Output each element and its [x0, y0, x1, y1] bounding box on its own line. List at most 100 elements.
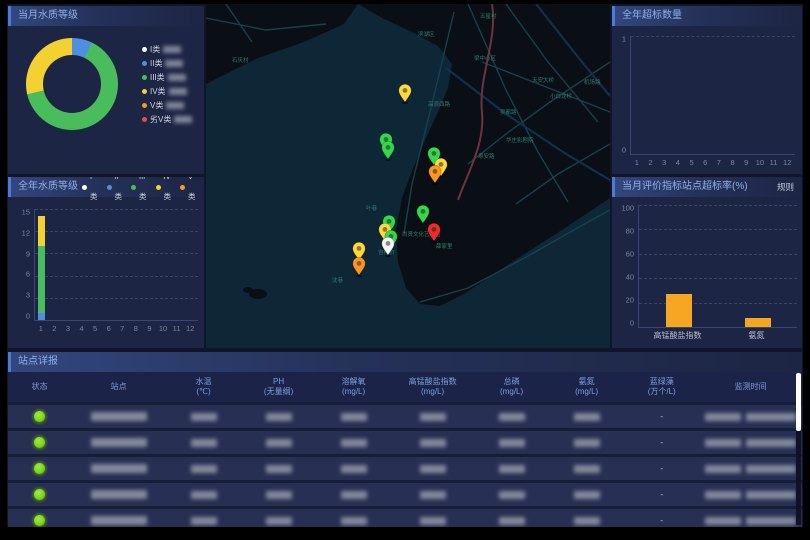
- donut-ring[interactable]: [26, 38, 118, 130]
- status-dot: [33, 514, 46, 527]
- redacted-value: [341, 491, 367, 499]
- map-label: 梁中心区: [474, 54, 497, 62]
- cell-value: [391, 465, 474, 473]
- x-axis-tick: 5: [685, 158, 699, 167]
- redacted-value: [574, 517, 600, 525]
- legend-item[interactable]: V类: [180, 177, 196, 207]
- rules-link[interactable]: 规则: [777, 177, 794, 197]
- redacted-value: [420, 491, 446, 499]
- map-label: 沈巷: [332, 276, 344, 284]
- redacted-value: [191, 491, 217, 499]
- legend-label: II类: [115, 177, 123, 207]
- panel-title: 当月水质等级: [18, 6, 78, 26]
- redacted-value: [169, 88, 187, 95]
- legend-label: IV类: [164, 177, 172, 207]
- x-axis-tick: 6: [102, 324, 116, 333]
- map-label: 叶巷: [366, 204, 378, 212]
- bar-segment: [38, 313, 45, 320]
- cell-value: [549, 517, 624, 525]
- panel-annual-water-grade: 全年水质等级 I类 II类 III类 IV类 V类 劣V类 15129630 1…: [8, 177, 204, 348]
- annual-plot[interactable]: [34, 209, 198, 321]
- x-axis-tick: 4: [75, 324, 89, 333]
- stacked-bar[interactable]: [93, 209, 100, 320]
- stacked-bar[interactable]: [188, 209, 195, 320]
- cell-station: [71, 490, 166, 499]
- legend-dot: [82, 185, 87, 190]
- legend-item[interactable]: V类: [142, 100, 192, 111]
- redacted-value: [420, 413, 446, 421]
- legend-item[interactable]: I类: [82, 177, 98, 207]
- redacted-value: [191, 517, 217, 525]
- legend-dot: [142, 47, 147, 52]
- cell-value: [474, 413, 549, 421]
- stacked-bar[interactable]: [120, 209, 127, 320]
- legend-item[interactable]: IV类: [142, 86, 192, 97]
- scrollbar-thumb[interactable]: [796, 373, 801, 431]
- stacked-bar[interactable]: [147, 209, 154, 320]
- redacted-value: [499, 439, 525, 447]
- redacted-value: [574, 413, 600, 421]
- table-scrollbar[interactable]: [796, 373, 801, 525]
- table-row[interactable]: -: [8, 431, 802, 454]
- legend-dot: [156, 185, 161, 190]
- y-axis-tick: 0: [630, 320, 634, 327]
- panel-title: 当月评价指标站点超标率(%): [622, 177, 748, 197]
- y-axis-tick: 100: [621, 205, 634, 212]
- stacked-bar[interactable]: [160, 209, 167, 320]
- cell-time: [699, 439, 802, 447]
- cell-time: [699, 517, 802, 525]
- col-monitor-time: 监测时间: [699, 382, 802, 392]
- cell-status: [8, 436, 71, 449]
- legend-item[interactable]: III类: [142, 72, 192, 83]
- cell-time: [699, 465, 802, 473]
- cell-value: [316, 439, 391, 447]
- legend-dot: [180, 185, 185, 190]
- redacted-value: [746, 465, 796, 473]
- legend-label: II类: [150, 58, 162, 69]
- legend-item[interactable]: II类: [142, 58, 192, 69]
- stacked-bar[interactable]: [133, 209, 140, 320]
- panel-month-water-grade: 当月水质等级 I类 II类 III类 IV类 V类 劣V类: [8, 6, 204, 174]
- table-row[interactable]: -: [8, 457, 802, 480]
- rate-bar[interactable]: [745, 318, 771, 327]
- legend-item[interactable]: IV类: [156, 177, 172, 207]
- rate-bar[interactable]: [666, 294, 692, 327]
- redacted-value: [420, 517, 446, 525]
- stacked-bar[interactable]: [174, 209, 181, 320]
- cell-station: [71, 438, 166, 447]
- cell-station: [71, 464, 166, 473]
- x-axis-tick: 7: [712, 158, 726, 167]
- legend-item[interactable]: 劣V类: [142, 114, 192, 125]
- col-algae: 蓝绿藻: [624, 377, 699, 387]
- legend-item[interactable]: III类: [131, 177, 147, 207]
- stacked-bar[interactable]: [38, 209, 45, 320]
- table-row[interactable]: -: [8, 483, 802, 506]
- stacked-bar[interactable]: [52, 209, 59, 320]
- cell-algae: -: [624, 438, 699, 447]
- map-label: 滨湖区: [418, 30, 435, 38]
- stacked-bar[interactable]: [65, 209, 72, 320]
- redacted-value: [174, 116, 192, 123]
- table-row[interactable]: -: [8, 405, 802, 428]
- cell-value: [391, 517, 474, 525]
- x-axis-tick: 8: [726, 158, 740, 167]
- redacted-value: [91, 516, 147, 525]
- exceed-plot[interactable]: [630, 36, 795, 155]
- redacted-value: [705, 491, 741, 499]
- map[interactable]: 石庆村滨湖区五星村梁中心区天安大桥机场路小白龙桥高浪西路吴都路华庄影剧院寿安路叶…: [206, 4, 610, 348]
- col-station: 站点: [71, 382, 166, 392]
- stacked-bar[interactable]: [106, 209, 113, 320]
- y-axis-tick: 80: [626, 228, 634, 235]
- stacked-bar[interactable]: [79, 209, 86, 320]
- cell-value: [166, 491, 241, 499]
- table-row[interactable]: -: [8, 509, 802, 527]
- rate-plot[interactable]: [638, 205, 797, 328]
- cell-value: [549, 465, 624, 473]
- x-axis-tick: 8: [129, 324, 143, 333]
- legend-dot: [142, 117, 147, 122]
- map-label: 高浪西路: [428, 100, 451, 108]
- legend-item[interactable]: I类: [142, 44, 192, 55]
- legend-item[interactable]: II类: [107, 177, 123, 207]
- redacted-value: [341, 439, 367, 447]
- legend-label: I类: [150, 44, 160, 55]
